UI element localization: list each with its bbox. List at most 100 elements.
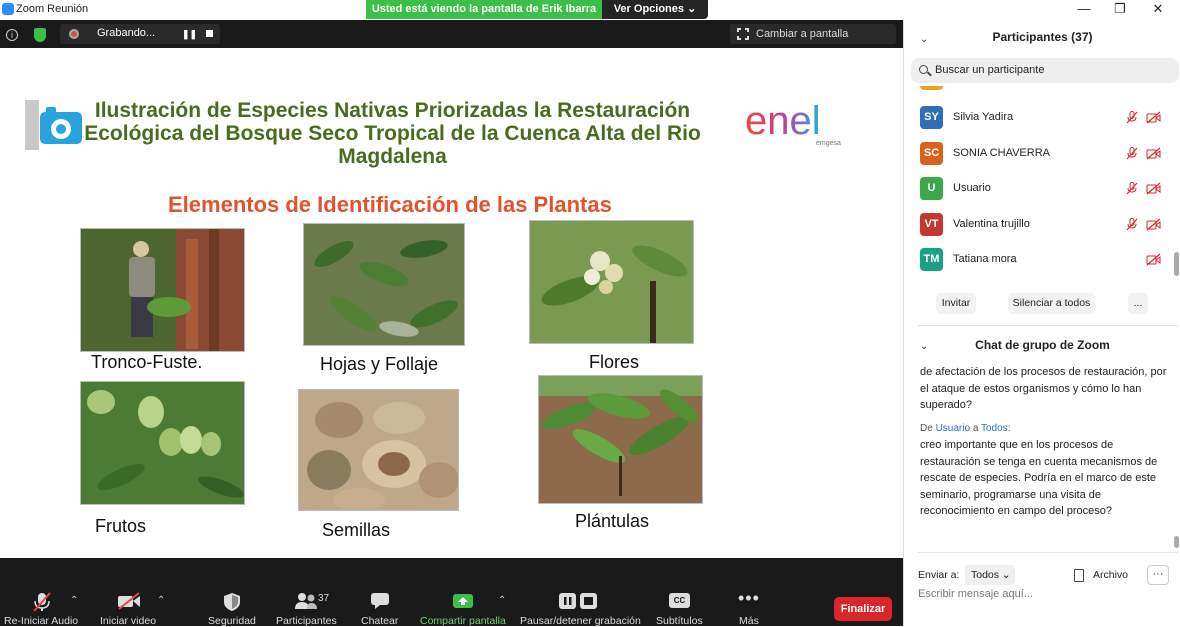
mic-muted-icon[interactable]: [1126, 218, 1138, 231]
send-to-dropdown[interactable]: Todos ⌄: [965, 565, 1015, 585]
chat-from-prefix: De: [920, 422, 933, 434]
participant-row[interactable]: U Usuario: [904, 173, 1170, 203]
video-button-label[interactable]: Iniciar video: [100, 615, 156, 627]
mic-muted-icon[interactable]: [31, 592, 53, 612]
fullscreen-button[interactable]: Cambiar a pantalla completa: [730, 24, 896, 60]
chat-message-text: de afectación de los procesos de restaur…: [920, 366, 1167, 411]
mute-all-button[interactable]: Silenciar a todos: [1008, 293, 1095, 314]
caption-plantulas: Plántulas: [575, 511, 650, 531]
chat-message-input[interactable]: Escribir mensaje aquí...: [918, 588, 1033, 600]
maximize-button[interactable]: ❐: [1102, 0, 1138, 20]
participant-row[interactable]: SC SONIA CHAVERRA: [904, 138, 1170, 168]
slide-subtitle: Elementos de Identificación de las Plant…: [168, 192, 612, 217]
participant-name: Silvia Yadira: [953, 111, 1014, 123]
audio-button-label[interactable]: Re-Iniciar Audio: [4, 615, 78, 627]
end-meeting-button[interactable]: Finalizar: [834, 597, 892, 621]
photo-hojas: [303, 223, 465, 346]
participant-row[interactable]: TM Tatiana mora: [904, 244, 1170, 274]
chat-button-label[interactable]: Chatear: [361, 615, 398, 627]
send-to-label: Enviar a:: [918, 569, 960, 581]
participant-row[interactable]: VT Valentina trujillo: [904, 209, 1170, 239]
avatar: U: [920, 177, 943, 200]
mic-muted-icon[interactable]: [1126, 111, 1138, 124]
chat-to-suffix: :: [1007, 422, 1011, 434]
chat-messages: de afectación de los procesos de restaur…: [920, 364, 1170, 520]
share-screen-icon[interactable]: [452, 592, 474, 610]
video-off-icon[interactable]: [117, 592, 141, 610]
invite-button[interactable]: Invitar: [936, 293, 976, 314]
share-options-caret[interactable]: ⌃: [498, 595, 506, 606]
video-off-icon[interactable]: [1146, 218, 1161, 231]
photo-semillas: [298, 389, 459, 511]
chat-recipient-link[interactable]: Todos: [981, 423, 1008, 434]
avatar: VT: [920, 213, 943, 236]
close-window-button[interactable]: ✕: [1140, 0, 1176, 20]
encryption-shield-icon[interactable]: [34, 28, 46, 42]
video-off-icon[interactable]: [1146, 111, 1161, 124]
file-icon[interactable]: [1074, 569, 1084, 582]
recording-button-label[interactable]: Pausar/detener grabación: [520, 615, 641, 627]
more-options-icon[interactable]: •••: [738, 588, 760, 609]
chat-sender-link[interactable]: Usuario: [936, 423, 970, 434]
emgesa-label: emgesa: [816, 140, 841, 147]
security-button-label[interactable]: Seguridad: [208, 615, 256, 627]
slide-accent-bar: [25, 100, 39, 150]
video-off-icon[interactable]: [1146, 182, 1161, 195]
participant-search-placeholder: Buscar un participante: [935, 64, 1045, 76]
chat-message-text: creo importante que en los procesos de r…: [920, 439, 1158, 517]
avatar: TM: [920, 248, 943, 271]
participant-name: Tatiana mora: [953, 253, 1017, 265]
screen-share-banner: Usted está viendo la pantalla de Erik Ib…: [366, 0, 602, 19]
participants-more-button[interactable]: ...: [1128, 293, 1148, 314]
caption-frutos: Frutos: [95, 516, 147, 536]
pause-stop-recording-icon[interactable]: [558, 592, 600, 610]
more-button-label[interactable]: Más: [739, 615, 759, 627]
share-button-label[interactable]: Compartir pantalla: [420, 615, 506, 627]
view-options-button[interactable]: Ver Opciones ⌄: [602, 0, 708, 19]
slide-title: Ilustración de Especies Nativas Prioriza…: [84, 99, 701, 168]
stop-recording-button[interactable]: [206, 30, 213, 37]
photo-plantulas: [538, 375, 703, 504]
chat-scrollbar[interactable]: [1174, 536, 1179, 548]
participants-icon[interactable]: [294, 592, 318, 610]
panel-divider: [918, 325, 1178, 326]
meeting-info-icon[interactable]: i: [6, 29, 18, 41]
photo-tronco: [80, 228, 245, 352]
chat-to-prefix: a: [972, 422, 979, 434]
caption-hojas: Hojas y Follaje: [320, 354, 439, 374]
subtitles-button-label[interactable]: Subtítulos: [656, 615, 703, 627]
video-options-caret[interactable]: ⌃: [157, 595, 165, 606]
chat-header: Chat de grupo de Zoom: [975, 338, 1110, 352]
subtitles-icon[interactable]: CC: [669, 593, 690, 608]
participant-list-scrollbar[interactable]: [1174, 252, 1179, 276]
security-shield-icon[interactable]: [223, 592, 241, 612]
minimize-button[interactable]: —: [1066, 0, 1102, 20]
meeting-top-bar: i Grabando... ❚❚ Cambiar a pantalla comp…: [0, 20, 903, 60]
chat-icon[interactable]: [370, 592, 390, 610]
caption-tronco: Tronco-Fuste.: [91, 352, 203, 372]
file-button-label[interactable]: Archivo: [1093, 569, 1128, 581]
camera-icon: [40, 107, 82, 144]
enel-logo-text: enel: [745, 99, 821, 143]
avatar: SY: [920, 106, 943, 129]
photo-flores: [529, 220, 694, 344]
zoom-app-icon: [2, 3, 14, 15]
fullscreen-icon: [736, 27, 750, 41]
search-icon: [919, 65, 928, 74]
participant-row[interactable]: SY Silvia Yadira: [904, 102, 1170, 132]
video-off-icon[interactable]: [1146, 253, 1161, 266]
recording-indicator: Grabando... ❚❚: [60, 24, 220, 44]
audio-options-caret[interactable]: ⌃: [70, 595, 78, 606]
recording-dot-icon: [69, 29, 79, 39]
participant-name: Usuario: [953, 182, 991, 194]
mic-muted-icon[interactable]: [1126, 182, 1138, 195]
pause-recording-button[interactable]: ❚❚: [182, 29, 197, 40]
chat-message-meta: De Usuario a Todos:: [920, 421, 1170, 438]
mic-muted-icon[interactable]: [1126, 147, 1138, 160]
caption-flores: Flores: [589, 352, 640, 372]
video-off-icon[interactable]: [1146, 147, 1161, 160]
window-title: Zoom Reunión: [16, 3, 89, 15]
chat-more-button[interactable]: ···: [1147, 565, 1169, 585]
participant-search-input[interactable]: Buscar un participante: [911, 58, 1179, 83]
participants-button-label[interactable]: Participantes: [276, 615, 337, 627]
